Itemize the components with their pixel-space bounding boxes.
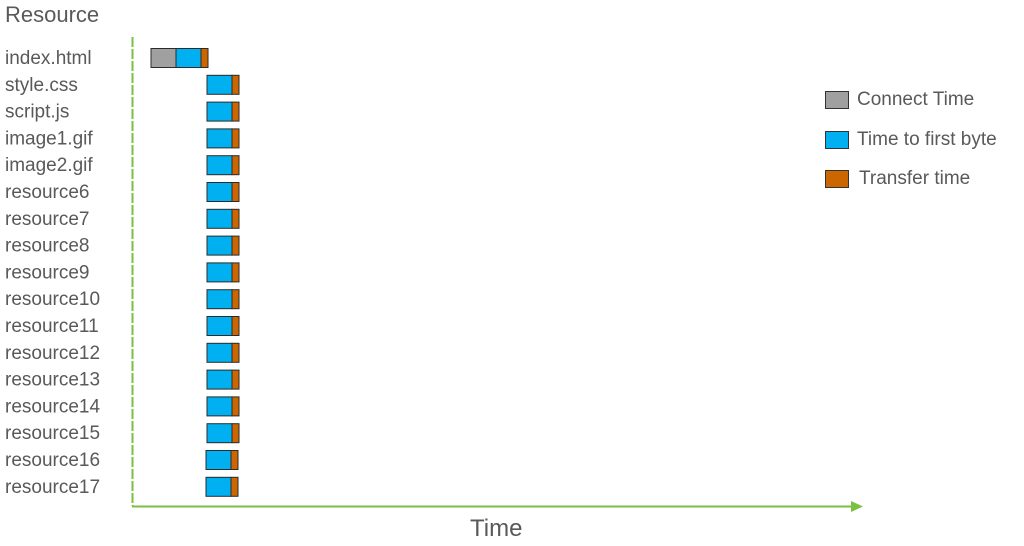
category-label: resource12: [5, 343, 100, 364]
legend-label: Transfer time: [859, 168, 971, 189]
bar-transfer-time-resource9: [231, 262, 240, 283]
category-labels: index.html style.css script.js image1.gif im…: [5, 48, 100, 498]
category-label: style.css: [5, 75, 78, 96]
bar-transfer-time-resource7: [231, 208, 240, 229]
category-label: resource17: [5, 477, 100, 498]
legend-swatch-transfer-time: [825, 170, 849, 188]
bar-transfer-time-script-js: [231, 101, 240, 122]
category-label: resource6: [5, 182, 90, 203]
bar-time-to-first-byte-style-css: [206, 74, 233, 95]
legend-label: Connect Time: [857, 89, 975, 110]
category-label: resource11: [5, 316, 99, 337]
bar-time-to-first-byte-image1-gif: [206, 128, 233, 149]
bar-time-to-first-byte-resource9: [206, 262, 233, 283]
bar-transfer-time-image2-gif: [231, 155, 240, 176]
category-label: resource8: [5, 236, 90, 257]
bar-transfer-time-resource16: [230, 450, 239, 470]
legend-swatch-connect-time: [825, 91, 849, 109]
category-label: resource10: [5, 289, 100, 310]
legend-swatch-time-to-first-byte: [825, 131, 849, 149]
bar-transfer-time-index-html: [200, 48, 209, 68]
bar-time-to-first-byte-resource6: [206, 182, 233, 202]
bar-time-to-first-byte-resource17: [205, 476, 232, 497]
legend-label: Time to first byte: [857, 129, 997, 150]
bar-transfer-time-resource8: [231, 235, 240, 256]
bar-time-to-first-byte-resource12: [206, 342, 233, 363]
bar-time-to-first-byte-script-js: [206, 101, 233, 122]
category-label: resource7: [5, 209, 90, 230]
bar-time-to-first-byte-image2-gif: [206, 155, 233, 176]
waterfall-chart: index.html style.css script.js image1.gif im…: [5, 37, 863, 512]
bar-time-to-first-byte-resource13: [206, 369, 233, 390]
bar-time-to-first-byte-index-html: [175, 48, 202, 68]
bar-transfer-time-resource11: [231, 316, 240, 336]
x-axis-arrow-icon: [851, 501, 863, 512]
bar-time-to-first-byte-resource14: [206, 396, 233, 417]
bar-transfer-time-resource6: [231, 182, 240, 202]
category-label: resource15: [5, 423, 100, 444]
bars: [150, 48, 240, 497]
category-label: resource9: [5, 262, 90, 283]
chart-title: Resource: [5, 2, 100, 27]
category-label: resource13: [5, 370, 100, 391]
bar-transfer-time-style-css: [231, 74, 240, 95]
bar-time-to-first-byte-resource11: [206, 316, 233, 336]
bar-time-to-first-byte-resource7: [206, 208, 233, 229]
bar-connect-time-index-html: [150, 48, 177, 68]
category-label: index.html: [5, 48, 92, 69]
category-label: image1.gif: [5, 128, 93, 149]
bar-time-to-first-byte-resource15: [206, 423, 233, 444]
bar-time-to-first-byte-resource10: [206, 289, 233, 310]
bar-transfer-time-resource10: [231, 289, 240, 310]
bar-time-to-first-byte-resource16: [205, 450, 232, 470]
category-label: resource14: [5, 396, 100, 417]
bar-transfer-time-resource12: [231, 342, 240, 363]
category-label: image2.gif: [5, 155, 93, 176]
bar-time-to-first-byte-resource8: [206, 235, 233, 256]
bar-transfer-time-image1-gif: [231, 128, 240, 149]
category-label: resource16: [5, 450, 100, 471]
axes: [131, 37, 863, 512]
bar-transfer-time-resource13: [231, 369, 240, 390]
bar-transfer-time-resource14: [231, 396, 240, 417]
category-label: script.js: [5, 102, 69, 123]
bar-transfer-time-resource17: [230, 476, 239, 497]
x-axis-label: Time: [470, 515, 523, 542]
bar-transfer-time-resource15: [231, 423, 240, 444]
